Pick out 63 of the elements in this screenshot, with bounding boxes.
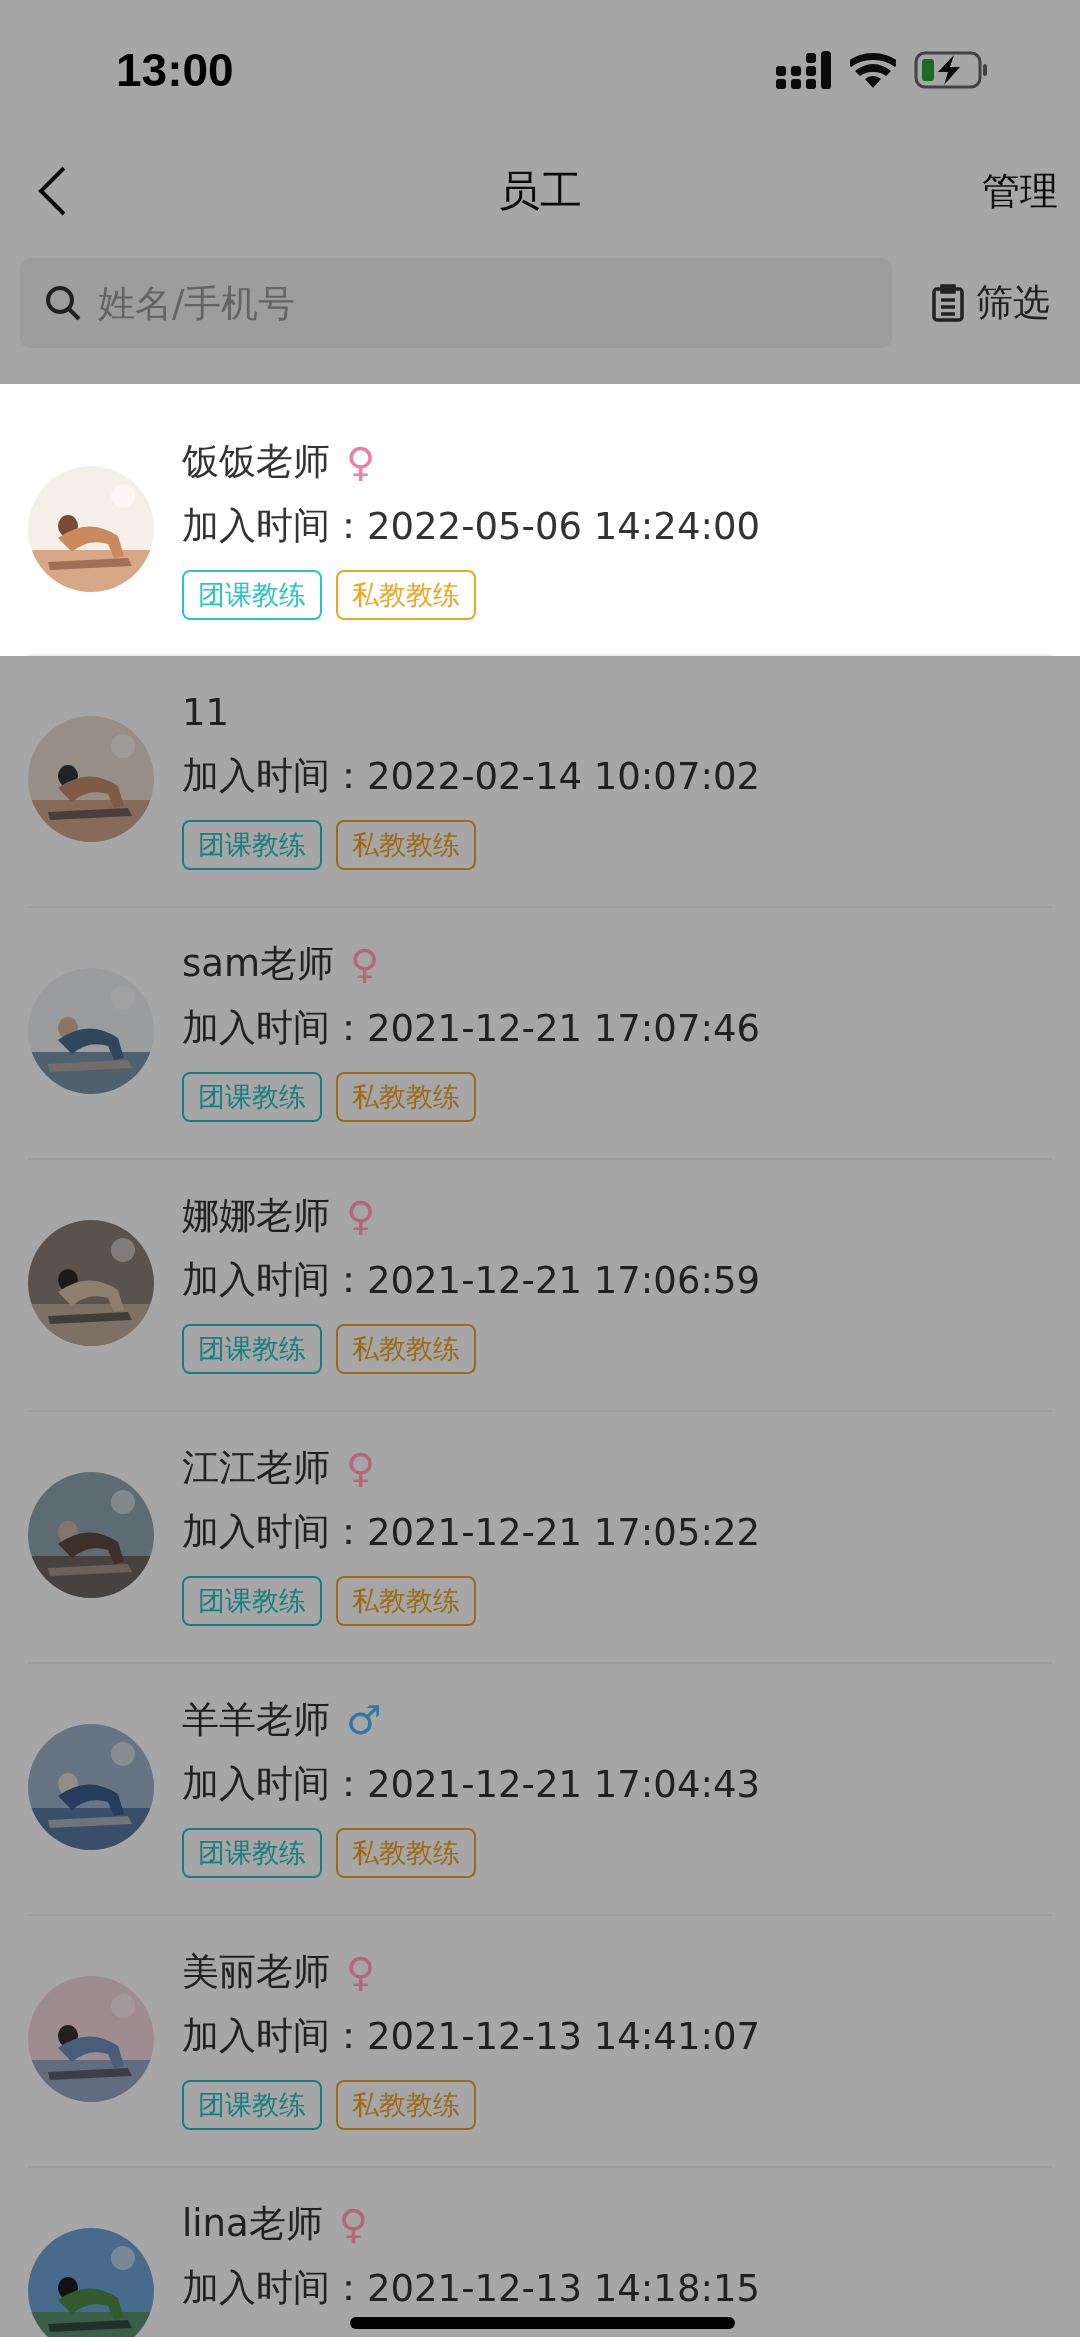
role-tag: 团课教练 xyxy=(182,1576,322,1626)
back-icon[interactable] xyxy=(36,165,68,217)
staff-row[interactable]: 羊羊老师 ♂ 加入时间：2021-12-21 17:04:43 团课教练 私教教练 xyxy=(0,1664,1080,1916)
page-title: 员工 xyxy=(498,165,582,217)
role-tag: 私教教练 xyxy=(336,570,476,620)
staff-name: sam老师 xyxy=(182,941,334,987)
role-tag: 私教教练 xyxy=(336,1828,476,1878)
staff-name: 美丽老师 xyxy=(182,1949,330,1995)
role-tag: 团课教练 xyxy=(182,1072,322,1122)
joined-time: 2021-12-21 17:07:46 xyxy=(367,1006,760,1050)
joined-label: 加入时间： xyxy=(182,1761,367,1807)
role-tag: 团课教练 xyxy=(182,570,322,620)
joined-label: 加入时间： xyxy=(182,1005,367,1051)
joined-time: 2021-12-21 17:06:59 xyxy=(367,1258,760,1302)
status-time: 13:00 xyxy=(116,43,234,97)
role-tag: 团课教练 xyxy=(182,820,322,870)
joined-time: 2022-02-14 10:07:02 xyxy=(367,754,760,798)
gender-symbol: ♀ xyxy=(350,944,380,984)
search-icon xyxy=(44,284,82,322)
joined-time: 2021-12-13 14:41:07 xyxy=(367,2014,760,2058)
joined-time: 2021-12-13 14:18:15 xyxy=(367,2266,760,2310)
role-tag: 私教教练 xyxy=(336,2080,476,2130)
staff-name: 江江老师 xyxy=(182,1445,330,1491)
staff-name: 娜娜老师 xyxy=(182,1193,330,1239)
staff-row[interactable]: 11 加入时间：2022-02-14 10:07:02 团课教练 私教教练 xyxy=(0,656,1080,908)
joined-label: 加入时间： xyxy=(182,1509,367,1555)
staff-name: lina老师 xyxy=(182,2201,323,2247)
gender-symbol: ♀ xyxy=(346,442,376,482)
staff-name: 饭饭老师 xyxy=(182,439,330,485)
staff-name: 11 xyxy=(182,690,230,734)
joined-time: 2021-12-21 17:05:22 xyxy=(367,1510,760,1554)
gender-symbol: ♂ xyxy=(346,1700,382,1740)
joined-time: 2022-05-06 14:24:00 xyxy=(367,504,760,548)
search-field[interactable]: 姓名/手机号 xyxy=(20,258,892,348)
role-tag: 私教教练 xyxy=(336,1324,476,1374)
staff-row[interactable]: 娜娜老师 ♀ 加入时间：2021-12-21 17:06:59 团课教练 私教教练 xyxy=(0,1160,1080,1412)
gender-symbol: ♀ xyxy=(338,2204,368,2244)
clipboard-icon xyxy=(932,284,964,322)
role-tag: 团课教练 xyxy=(182,1828,322,1878)
role-tag: 私教教练 xyxy=(336,820,476,870)
battery-icon xyxy=(914,51,990,89)
joined-time: 2021-12-21 17:04:43 xyxy=(367,1762,760,1806)
role-tag: 团课教练 xyxy=(182,2080,322,2130)
role-tag: 私教教练 xyxy=(336,1576,476,1626)
staff-name: 羊羊老师 xyxy=(182,1697,330,1743)
filter-button[interactable]: 筛选 xyxy=(932,278,1050,328)
role-tag: 私教教练 xyxy=(336,1072,476,1122)
gender-symbol: ♀ xyxy=(346,1952,376,1992)
wifi-icon xyxy=(850,52,896,88)
search-input[interactable]: 姓名/手机号 xyxy=(96,280,868,326)
staff-row[interactable]: sam老师 ♀ 加入时间：2021-12-21 17:07:46 团课教练 私教教练 xyxy=(0,908,1080,1160)
joined-label: 加入时间： xyxy=(182,503,367,549)
joined-label: 加入时间： xyxy=(182,753,367,799)
joined-label: 加入时间： xyxy=(182,2013,367,2059)
signal-icon xyxy=(776,51,832,89)
staff-row[interactable]: 江江老师 ♀ 加入时间：2021-12-21 17:05:22 团课教练 私教教练 xyxy=(0,1412,1080,1664)
joined-label: 加入时间： xyxy=(182,2265,367,2311)
manage-link[interactable]: 管理 xyxy=(982,165,1058,217)
joined-label: 加入时间： xyxy=(182,1257,367,1303)
gender-symbol: ♀ xyxy=(346,1196,376,1236)
staff-row[interactable]: 美丽老师 ♀ 加入时间：2021-12-13 14:41:07 团课教练 私教教练 xyxy=(0,1916,1080,2168)
role-tag: 团课教练 xyxy=(182,1324,322,1374)
gender-symbol: ♀ xyxy=(346,1448,376,1488)
